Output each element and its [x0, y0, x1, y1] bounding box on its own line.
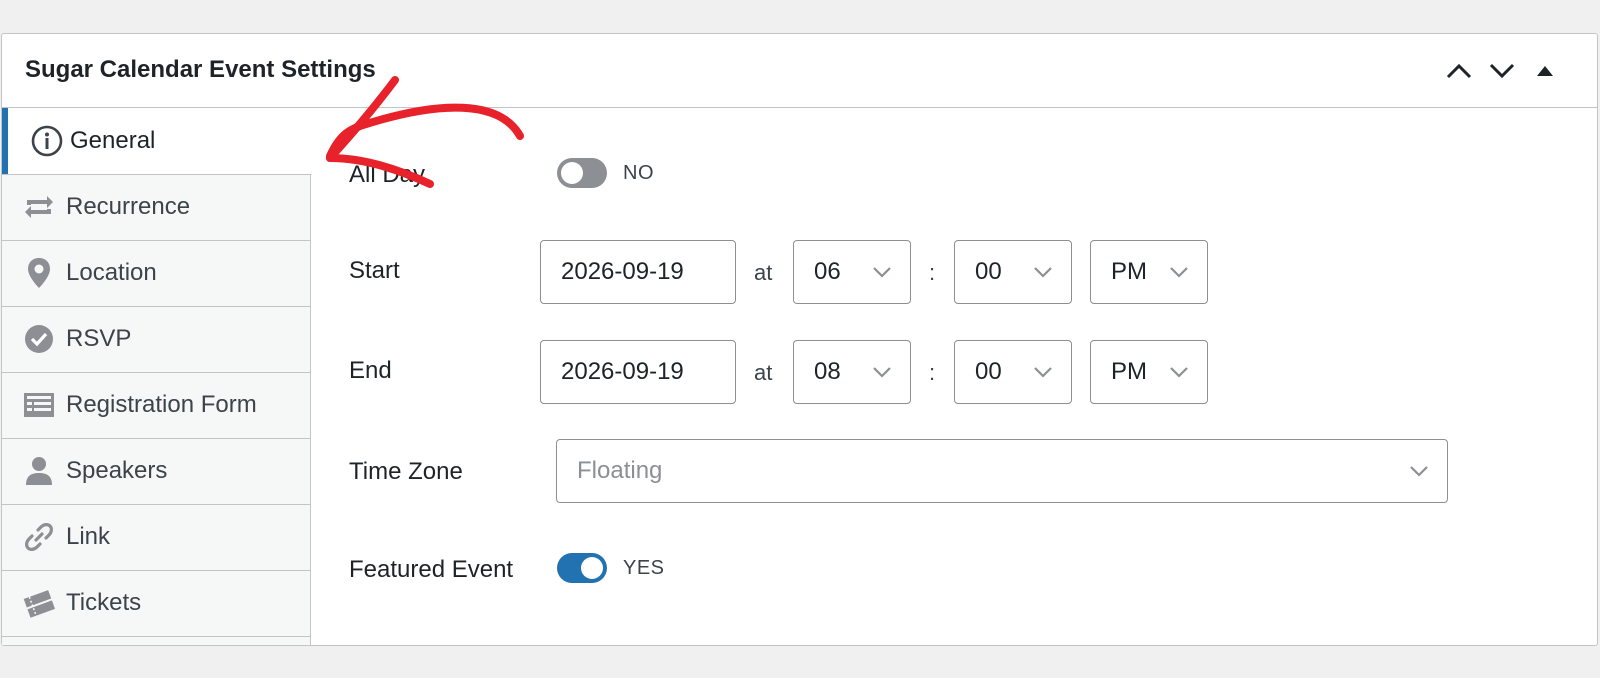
link-icon: [22, 520, 56, 554]
all-day-toggle[interactable]: [557, 158, 607, 188]
chevron-down-icon: [873, 367, 891, 378]
settings-sidebar: General Recurrence Location RSVP Registr…: [2, 108, 312, 645]
start-date-value: 2026-09-19: [561, 258, 684, 285]
time-zone-value: Floating: [577, 457, 663, 484]
settings-content: All Day NO Start 2026-09-19 at 06 : 00 P…: [311, 108, 1597, 645]
chevron-up-icon: [1446, 63, 1472, 79]
tab-label: RSVP: [66, 325, 132, 352]
event-settings-panel: Sugar Calendar Event Settings General Re…: [1, 33, 1598, 646]
all-day-state: NO: [623, 162, 654, 184]
end-date-input[interactable]: 2026-09-19: [540, 340, 736, 404]
move-down-button[interactable]: [1485, 54, 1519, 88]
start-ampm-value: PM: [1111, 258, 1147, 285]
tab-link[interactable]: Link: [2, 504, 311, 571]
triangle-up-icon: [1537, 66, 1553, 76]
end-at-text: at: [754, 360, 773, 385]
start-minute-select[interactable]: 00: [954, 240, 1072, 304]
tab-label: Registration Form: [66, 391, 257, 418]
featured-event-toggle[interactable]: [557, 553, 607, 583]
chevron-down-icon: [1170, 367, 1188, 378]
chevron-down-icon: [873, 267, 891, 278]
end-time-separator: :: [929, 360, 936, 385]
form-icon: [22, 388, 56, 422]
end-label: End: [349, 357, 392, 384]
chevron-down-icon: [1034, 267, 1052, 278]
end-hour-select[interactable]: 08: [793, 340, 911, 404]
toggle-knob: [581, 557, 603, 579]
end-date-value: 2026-09-19: [561, 358, 684, 385]
tab-label: Tickets: [66, 589, 142, 616]
end-minute-select[interactable]: 00: [954, 340, 1072, 404]
info-icon: [30, 124, 64, 158]
tab-label: Location: [66, 259, 157, 286]
toggle-knob: [561, 162, 583, 184]
tab-location[interactable]: Location: [2, 240, 311, 307]
panel-header: Sugar Calendar Event Settings: [2, 34, 1597, 108]
tab-recurrence[interactable]: Recurrence: [2, 174, 311, 241]
start-hour-value: 06: [814, 258, 841, 285]
tickets-icon: [22, 586, 56, 620]
start-date-input[interactable]: 2026-09-19: [540, 240, 736, 304]
tab-label: Link: [66, 523, 111, 550]
end-ampm-value: PM: [1111, 358, 1147, 385]
tab-general[interactable]: General: [2, 108, 312, 175]
chevron-down-icon: [1410, 466, 1428, 477]
end-ampm-select[interactable]: PM: [1090, 340, 1208, 404]
start-time-separator: :: [929, 260, 936, 285]
all-day-label: All Day: [349, 161, 426, 188]
featured-event-label: Featured Event: [349, 556, 514, 583]
person-icon: [22, 454, 56, 488]
time-zone-label: Time Zone: [349, 458, 463, 485]
chevron-down-icon: [1489, 63, 1515, 79]
repeat-icon: [22, 190, 56, 224]
location-pin-icon: [22, 256, 56, 290]
chevron-down-icon: [1034, 367, 1052, 378]
start-hour-select[interactable]: 06: [793, 240, 911, 304]
check-circle-icon: [22, 322, 56, 356]
tab-rsvp[interactable]: RSVP: [2, 306, 311, 373]
tab-label: Recurrence: [66, 193, 191, 220]
chevron-down-icon: [1170, 267, 1188, 278]
end-minute-value: 00: [975, 358, 1002, 385]
tab-label: Speakers: [66, 457, 168, 484]
tab-label: General: [70, 127, 156, 154]
start-ampm-select[interactable]: PM: [1090, 240, 1208, 304]
tab-registration-form[interactable]: Registration Form: [2, 372, 311, 439]
tab-speakers[interactable]: Speakers: [2, 438, 311, 505]
featured-event-state: YES: [623, 557, 665, 579]
end-hour-value: 08: [814, 358, 841, 385]
start-label: Start: [349, 257, 400, 284]
toggle-panel-button[interactable]: [1528, 54, 1562, 88]
time-zone-select[interactable]: Floating: [556, 439, 1448, 503]
panel-title: Sugar Calendar Event Settings: [25, 56, 376, 83]
tab-tickets[interactable]: Tickets: [2, 570, 311, 637]
move-up-button[interactable]: [1442, 54, 1476, 88]
start-at-text: at: [754, 260, 773, 285]
start-minute-value: 00: [975, 258, 1002, 285]
